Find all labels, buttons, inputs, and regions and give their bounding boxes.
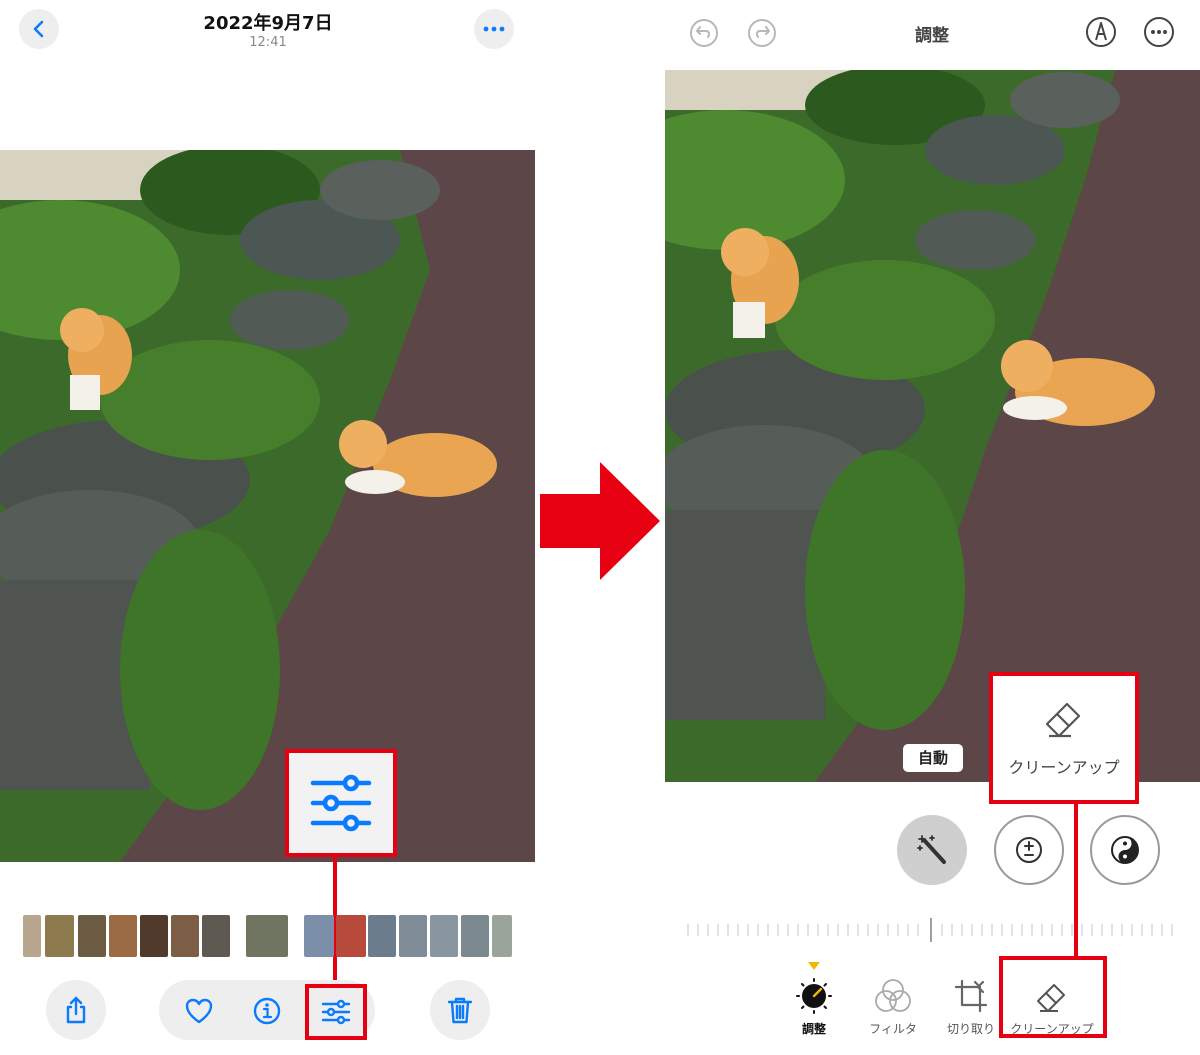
thumbnail[interactable] (45, 915, 74, 957)
photo-date: 2022年9月7日 (203, 13, 333, 34)
thumbnail[interactable] (202, 915, 230, 957)
auto-enhance-button[interactable] (897, 815, 967, 885)
thumbnail[interactable] (109, 915, 137, 957)
share-icon (66, 996, 86, 1024)
magic-wand-icon (917, 835, 946, 864)
back-button[interactable] (19, 9, 59, 49)
thumbnail[interactable] (23, 915, 41, 957)
markup-button[interactable] (1084, 15, 1118, 49)
ellipsis-circle-icon (1144, 17, 1174, 47)
highlight-box-adjust-zoom (285, 749, 397, 857)
undo-icon (690, 19, 718, 47)
redo-button[interactable] (746, 17, 778, 49)
tab-adjust[interactable]: 調整 (786, 978, 842, 1038)
filter-circles-icon (875, 979, 911, 1012)
arrow-right-icon (540, 462, 660, 580)
thumbnail[interactable] (171, 915, 199, 957)
tab-adjust-label: 調整 (801, 1022, 826, 1036)
info-button[interactable] (246, 990, 288, 1032)
thumbnail[interactable] (140, 915, 168, 957)
highlight-box-adjust-button (305, 984, 367, 1040)
thumbnail[interactable] (368, 915, 396, 957)
info-icon (253, 997, 281, 1025)
more-button[interactable] (474, 9, 514, 49)
markup-pen-icon (1086, 17, 1116, 47)
yin-yang-icon (1111, 836, 1139, 864)
redo-icon (748, 19, 776, 47)
thumbnail-current[interactable] (246, 915, 288, 957)
thumbnail[interactable] (399, 915, 427, 957)
active-tab-indicator (808, 962, 820, 970)
photo-time: 12:41 (249, 35, 287, 50)
chevron-left-icon (33, 20, 44, 38)
edit-mode-title: 調整 (915, 26, 949, 46)
tab-filter[interactable]: フィルタ (860, 978, 926, 1038)
ellipsis-icon (483, 26, 505, 32)
tab-crop[interactable]: 切り取り (940, 978, 1002, 1038)
tab-filter-label: フィルタ (869, 1022, 917, 1036)
brilliance-button[interactable] (1090, 815, 1160, 885)
highlight-box-cleanup-popup (989, 672, 1139, 804)
more-options-button[interactable] (1142, 15, 1176, 49)
undo-button[interactable] (688, 17, 720, 49)
cat-photo (0, 150, 535, 862)
thumbnail[interactable] (336, 915, 366, 957)
auto-badge[interactable]: 自動 (903, 744, 963, 772)
tab-crop-label: 切り取り (946, 1022, 995, 1036)
adjustment-slider[interactable] (686, 918, 1180, 942)
exposure-icon (1016, 837, 1042, 863)
trash-icon (447, 997, 473, 1024)
thumbnail[interactable] (304, 915, 334, 957)
share-button[interactable] (46, 980, 106, 1040)
thumbnail[interactable] (78, 915, 106, 957)
adjust-dial-icon (796, 978, 832, 1014)
heart-icon (185, 998, 213, 1024)
favorite-button[interactable] (178, 990, 220, 1032)
delete-button[interactable] (430, 980, 490, 1040)
exposure-button[interactable] (994, 815, 1064, 885)
thumbnail[interactable] (492, 915, 512, 957)
thumbnail[interactable] (430, 915, 458, 957)
highlight-box-cleanup-tab (999, 956, 1107, 1038)
thumbnail[interactable] (461, 915, 489, 957)
crop-icon (954, 979, 988, 1013)
